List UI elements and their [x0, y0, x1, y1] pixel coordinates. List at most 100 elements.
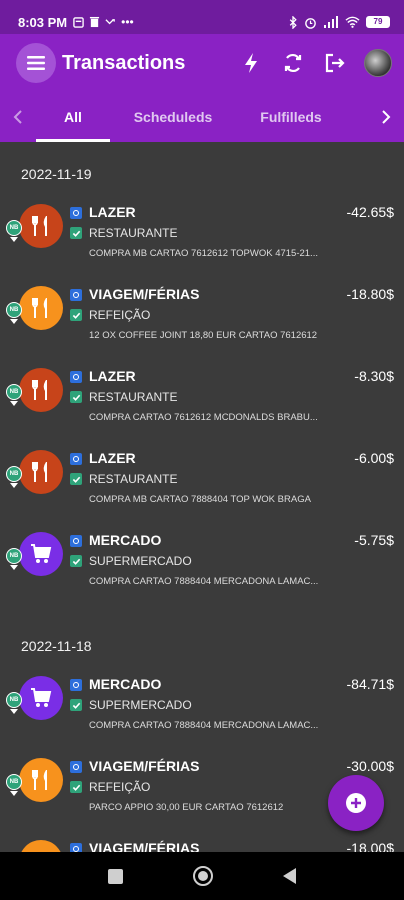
subcategory-check-icon [70, 555, 82, 567]
bluetooth-icon [289, 15, 297, 29]
tabs-scroll-left-button[interactable] [0, 92, 36, 142]
transaction-description: COMPRA MB CARTAO 7888404 TOP WOK BRAGA [89, 494, 311, 505]
tab-all[interactable]: All [36, 92, 110, 142]
battery-icon: 79 [366, 16, 390, 28]
subcategory-check-icon [70, 781, 82, 793]
lightning-icon [245, 53, 257, 73]
transaction-category: VIAGEM/FÉRIAS [89, 840, 200, 852]
category-type-icon [70, 679, 82, 691]
logout-icon [325, 53, 345, 73]
bank-badge: NB [6, 466, 22, 482]
subcategory-check-icon [70, 473, 82, 485]
transaction-amount: -42.65$ [346, 204, 394, 220]
tab-fulfilleds[interactable]: Fulfilleds [236, 92, 346, 142]
menu-button[interactable] [16, 43, 56, 83]
bank-badge: NB [6, 302, 22, 318]
transaction-description: COMPRA CARTAO 7888404 MERCADONA LAMAC... [89, 720, 319, 731]
transaction-amount: -18.00$ [346, 840, 394, 852]
notification-square-icon [73, 16, 84, 28]
transaction-description: COMPRA CARTAO 7612612 MCDONALDS BRABU... [89, 412, 318, 423]
transaction-description: 12 OX COFFEE JOINT 18,80 EUR CARTAO 7612… [89, 330, 318, 341]
expand-arrow-icon [10, 483, 18, 488]
subcategory-check-icon [70, 391, 82, 403]
add-transaction-button[interactable] [328, 775, 384, 831]
wifi-icon [345, 16, 360, 28]
transaction-item[interactable]: NB LAZER -42.65$ RESTAURANTE COMPRA MB CARTA… [0, 204, 404, 286]
logout-button[interactable] [322, 50, 348, 76]
category-icon [19, 204, 63, 248]
avatar[interactable] [364, 49, 392, 77]
transaction-amount: -18.80$ [346, 286, 394, 302]
flash-button[interactable] [238, 50, 264, 76]
check-icon [72, 312, 80, 319]
category-type-icon [70, 761, 82, 773]
category-icon [19, 286, 63, 330]
fork-knife-icon [32, 462, 47, 482]
sync-button[interactable] [280, 50, 306, 76]
category-icon [19, 368, 63, 412]
transaction-item[interactable]: NB MERCADO -5.75$ SUPERMERCADO COMPRA CARTAO… [0, 532, 404, 614]
transaction-item[interactable]: NB VIAGEM/FÉRIAS -18.80$ REFEIÇÃO 12 OX COFF… [0, 286, 404, 368]
transaction-subcategory: RESTAURANTE [89, 390, 178, 404]
transaction-category: MERCADO [89, 532, 162, 548]
transaction-description: COMPRA CARTAO 7888404 MERCADONA LAMAC... [89, 576, 319, 587]
bank-badge: NB [6, 220, 22, 236]
transaction-description: COMPRA MB CARTAO 7612612 TOPWOK 4715-21.… [89, 248, 318, 259]
tab-scheduleds[interactable]: Scheduleds [110, 92, 236, 142]
subcategory-check-icon [70, 227, 82, 239]
chevron-right-icon [382, 110, 391, 124]
transaction-amount: -6.00$ [354, 450, 394, 466]
check-icon [72, 558, 80, 565]
check-icon [72, 702, 80, 709]
status-system-icons: 79 [288, 15, 390, 29]
category-type-icon [70, 453, 82, 465]
transaction-subcategory: SUPERMERCADO [89, 554, 192, 568]
subcategory-check-icon [70, 699, 82, 711]
more-notifications-icon: ••• [121, 15, 134, 29]
check-icon [72, 230, 80, 237]
transaction-category: MERCADO [89, 676, 162, 692]
category-type-icon [70, 371, 82, 383]
sync-icon [284, 53, 302, 73]
expand-arrow-icon [10, 319, 18, 324]
missed-call-icon [105, 18, 115, 24]
category-type-icon [70, 843, 82, 852]
expand-arrow-icon [10, 401, 18, 406]
check-icon [72, 784, 80, 791]
back-button[interactable] [283, 868, 296, 884]
category-type-icon [70, 289, 82, 301]
transaction-list[interactable]: 2022-11-19 NB LAZER -42.65$ RESTAURANTE COMP… [0, 142, 404, 852]
transaction-amount: -30.00$ [346, 758, 394, 774]
system-navigation-bar [0, 852, 404, 900]
trash-icon [90, 16, 100, 28]
bank-badge: NB [6, 384, 22, 400]
transaction-subcategory: RESTAURANTE [89, 226, 178, 240]
category-icon [19, 758, 63, 802]
subcategory-check-icon [70, 309, 82, 321]
status-notification-icons: ••• [73, 15, 134, 29]
category-type-icon [70, 207, 82, 219]
fork-knife-icon [32, 770, 47, 790]
category-icon [19, 676, 63, 720]
expand-arrow-icon [10, 791, 18, 796]
add-circle-icon [346, 793, 366, 813]
category-icon [19, 840, 63, 852]
transaction-item[interactable]: NB LAZER -8.30$ RESTAURANTE COMPRA CARTAO 76… [0, 368, 404, 450]
home-button[interactable] [193, 866, 213, 886]
transaction-category: LAZER [89, 450, 136, 466]
transaction-item[interactable]: NBVIAGEM/FÉRIAS-18.00$ [0, 840, 404, 852]
check-icon [72, 476, 80, 483]
shopping-cart-icon [31, 544, 52, 563]
tab-bar: All Scheduleds Fulfilleds [0, 92, 404, 142]
recent-apps-button[interactable] [108, 868, 123, 884]
category-icon [19, 532, 63, 576]
transaction-item[interactable]: NB MERCADO -84.71$ SUPERMERCADO COMPRA CARTA… [0, 676, 404, 758]
expand-arrow-icon [10, 565, 18, 570]
chevron-left-icon [13, 110, 22, 124]
shopping-cart-icon [31, 688, 52, 707]
transaction-item[interactable]: NB LAZER -6.00$ RESTAURANTE COMPRA MB CARTAO… [0, 450, 404, 532]
transaction-subcategory: RESTAURANTE [89, 472, 178, 486]
tabs-scroll-right-button[interactable] [368, 92, 404, 142]
fork-knife-icon [32, 216, 47, 236]
alarm-icon [305, 17, 316, 29]
